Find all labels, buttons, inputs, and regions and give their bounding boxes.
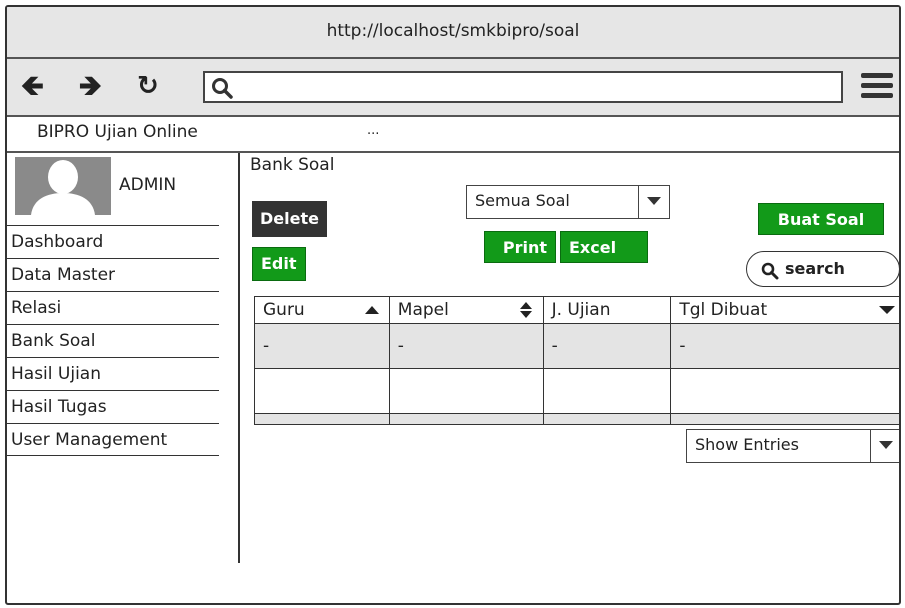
- column-header-tgl-dibuat[interactable]: Tgl Dibuat: [670, 296, 899, 324]
- table-cell: -: [388, 323, 544, 369]
- search-box[interactable]: search: [746, 251, 899, 287]
- questions-table: Guru Mapel J. Ujian Tgl Dibuat - - - -: [254, 296, 899, 425]
- main-content: Bank Soal Delete Edit Semua Soal Print E…: [240, 153, 899, 603]
- filter-selected-value: Semua Soal: [475, 191, 570, 210]
- delete-button[interactable]: Delete: [252, 201, 327, 237]
- column-header-mapel[interactable]: Mapel: [388, 296, 544, 324]
- table-cell: -: [254, 323, 390, 369]
- entries-label: Show Entries: [695, 435, 799, 454]
- avatar: [15, 157, 111, 215]
- sort-asc-icon[interactable]: [364, 305, 379, 315]
- question-filter-select[interactable]: Semua Soal: [466, 185, 670, 219]
- address-input[interactable]: [237, 75, 831, 101]
- sort-both-icon[interactable]: [519, 301, 533, 319]
- table-cell: -: [542, 323, 672, 369]
- search-icon: [761, 262, 779, 280]
- excel-button[interactable]: Excel: [560, 231, 648, 263]
- app-header: BIPRO Ujian Online ...: [7, 117, 899, 153]
- create-question-button[interactable]: Buat Soal: [758, 203, 884, 235]
- table-row-empty: [254, 368, 899, 414]
- sidebar-item-hasil-tugas[interactable]: Hasil Tugas: [7, 390, 219, 423]
- sidebar-item-relasi[interactable]: Relasi: [7, 291, 219, 324]
- table-cell: -: [670, 323, 899, 369]
- show-entries-select[interactable]: Show Entries: [686, 429, 899, 463]
- browser-window: http://localhost/smkbipro/soal 🡸 🡺 ↻ BIP…: [5, 5, 901, 605]
- reload-icon[interactable]: ↻: [137, 71, 159, 101]
- table-header-row: Guru Mapel J. Ujian Tgl Dibuat: [254, 296, 899, 324]
- browser-title-bar: http://localhost/smkbipro/soal: [7, 7, 899, 59]
- page-title: Bank Soal: [250, 155, 335, 175]
- sidebar-item-user-management[interactable]: User Management: [7, 423, 219, 456]
- address-bar[interactable]: [203, 71, 843, 103]
- chevron-down-icon: [870, 430, 899, 462]
- search-label: search: [785, 259, 845, 278]
- column-header-jenis-ujian[interactable]: J. Ujian: [542, 296, 672, 324]
- search-icon: [212, 78, 233, 99]
- app-name: BIPRO Ujian Online: [37, 122, 198, 142]
- sidebar-item-hasil-ujian[interactable]: Hasil Ujian: [7, 357, 219, 390]
- hamburger-menu-icon[interactable]: [861, 73, 893, 101]
- url-title: http://localhost/smkbipro/soal: [326, 21, 580, 41]
- user-icon: [15, 157, 111, 215]
- back-arrow-icon[interactable]: 🡸: [21, 71, 44, 101]
- browser-toolbar: 🡸 🡺 ↻: [7, 59, 899, 117]
- table-row-empty: [254, 413, 899, 425]
- table-row[interactable]: - - - -: [254, 323, 899, 369]
- sort-desc-icon[interactable]: [879, 305, 895, 315]
- sidebar-item-bank-soal[interactable]: Bank Soal: [7, 324, 219, 357]
- chevron-down-icon: [638, 186, 669, 218]
- forward-arrow-icon[interactable]: 🡺: [79, 71, 102, 101]
- user-name: ADMIN: [119, 175, 177, 195]
- sidebar: ADMIN Dashboard Data Master Relasi Bank …: [7, 153, 240, 563]
- sidebar-item-data-master[interactable]: Data Master: [7, 258, 219, 291]
- app-menu-dots[interactable]: ...: [367, 123, 379, 138]
- edit-button[interactable]: Edit: [252, 247, 306, 281]
- column-header-guru[interactable]: Guru: [254, 296, 390, 324]
- print-button[interactable]: Print: [484, 231, 556, 263]
- sidebar-item-dashboard[interactable]: Dashboard: [7, 225, 219, 258]
- sidebar-nav: Dashboard Data Master Relasi Bank Soal H…: [7, 225, 219, 456]
